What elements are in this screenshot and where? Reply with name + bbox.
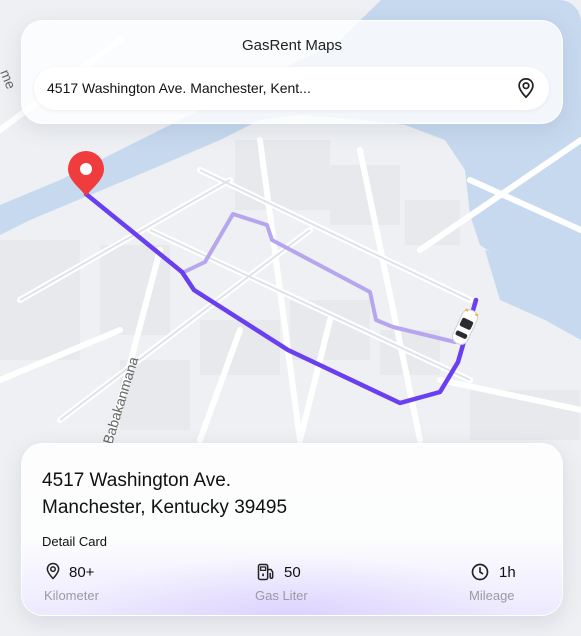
gas-station-icon xyxy=(257,563,274,581)
stat-value: 1h xyxy=(499,564,516,581)
stat-label: Gas Liter xyxy=(255,588,308,603)
location-pin-icon xyxy=(46,562,60,580)
detail-card[interactable]: 4517 Washington Ave. Manchester, Kentuck… xyxy=(21,443,563,616)
stat-label: Mileage xyxy=(469,588,515,603)
address-line-1: 4517 Washington Ave. xyxy=(42,470,232,491)
location-pin-icon[interactable] xyxy=(515,77,537,99)
search-value[interactable]: 4517 Washington Ave. Manchester, Kent... xyxy=(47,80,311,96)
search-input[interactable]: 4517 Washington Ave. Manchester, Kent... xyxy=(34,67,549,110)
app-title: GasRent Maps xyxy=(241,37,343,54)
stat-label: Kilometer xyxy=(44,588,99,603)
clock-icon xyxy=(471,563,489,581)
address-line-2: Manchester, Kentucky 39495 xyxy=(42,497,288,518)
search-card: GasRent Maps 4517 Washington Ave. Manche… xyxy=(21,20,563,124)
stat-value: 50 xyxy=(284,564,301,581)
map-view[interactable]: Babakanmana me GasRent Maps 4517 Washing… xyxy=(0,0,581,636)
stat-value: 80+ xyxy=(69,564,95,581)
detail-card-title: Detail Card xyxy=(42,534,108,549)
